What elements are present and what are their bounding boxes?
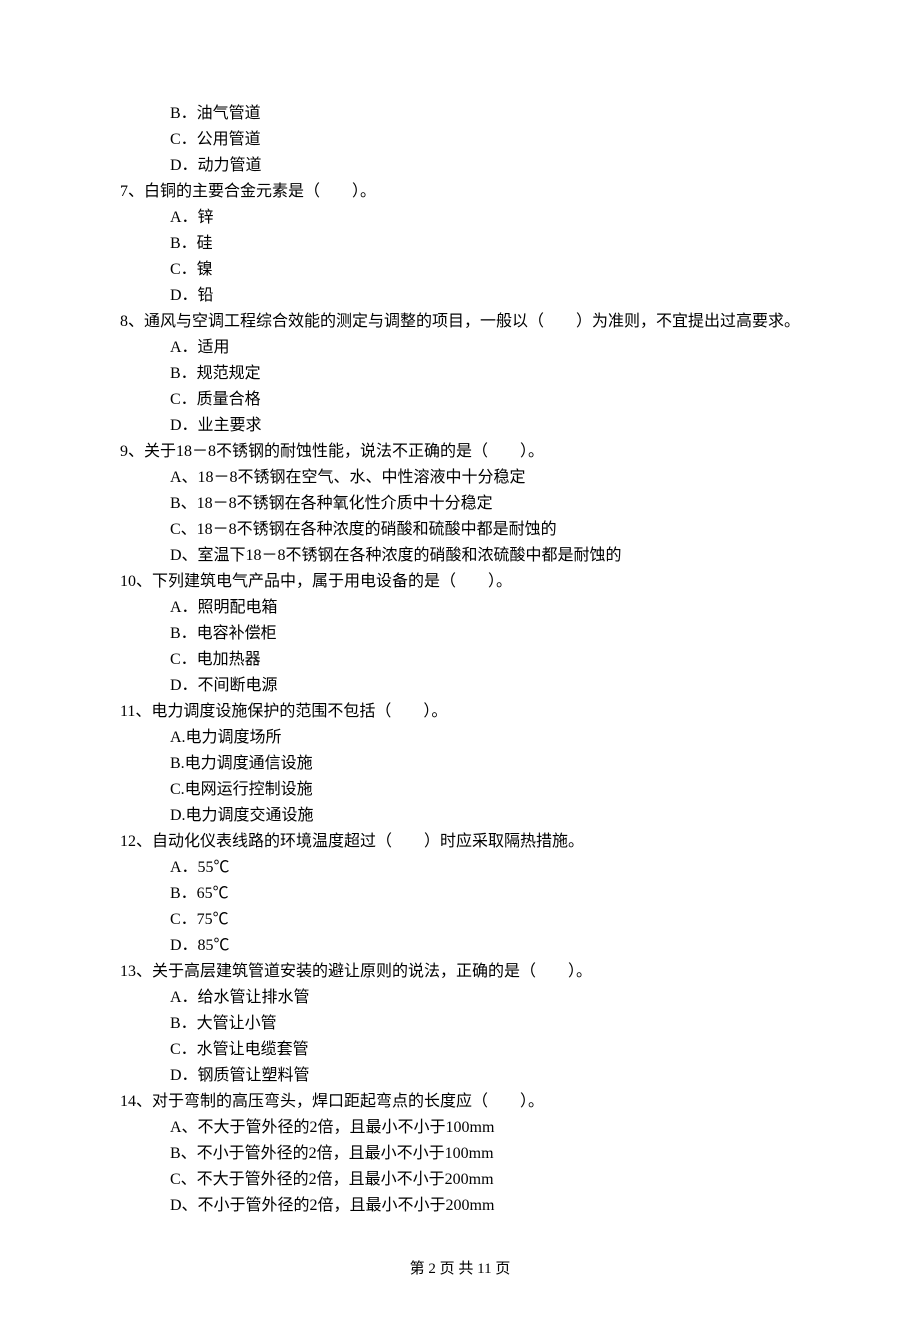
option-a: A．适用 <box>120 336 800 360</box>
option-c: C.电网运行控制设施 <box>120 778 800 802</box>
option-b: B．硅 <box>120 232 800 256</box>
option-c: C、18－8不锈钢在各种浓度的硝酸和硫酸中都是耐蚀的 <box>120 518 800 542</box>
question-block: 13、关于高层建筑管道安装的避让原则的说法，正确的是（ ）。 A．给水管让排水管… <box>120 960 800 1088</box>
document-page: B．油气管道 C．公用管道 D．动力管道 7、白铜的主要合金元素是（ ）。 A．… <box>0 0 920 1321</box>
option-b: B．65℃ <box>120 882 800 906</box>
question-stem: 9、关于18－8不锈钢的耐蚀性能，说法不正确的是（ ）。 <box>120 440 800 464</box>
question-block: 7、白铜的主要合金元素是（ ）。 A．锌 B．硅 C．镍 D．铅 <box>120 180 800 308</box>
question-stem: 13、关于高层建筑管道安装的避让原则的说法，正确的是（ ）。 <box>120 960 800 984</box>
option-a: A、不大于管外径的2倍，且最小不小于100mm <box>120 1116 800 1140</box>
option-d: D.电力调度交通设施 <box>120 804 800 828</box>
option-b: B．电容补偿柜 <box>120 622 800 646</box>
option-continued: D．动力管道 <box>120 154 800 178</box>
option-a: A．给水管让排水管 <box>120 986 800 1010</box>
question-block: 10、下列建筑电气产品中，属于用电设备的是（ ）。 A．照明配电箱 B．电容补偿… <box>120 570 800 698</box>
option-c: C．电加热器 <box>120 648 800 672</box>
question-block: 14、对于弯制的高压弯头，焊口距起弯点的长度应（ ）。 A、不大于管外径的2倍，… <box>120 1090 800 1218</box>
option-continued: C．公用管道 <box>120 128 800 152</box>
option-b: B、18－8不锈钢在各种氧化性介质中十分稳定 <box>120 492 800 516</box>
option-d: D．钢质管让塑料管 <box>120 1064 800 1088</box>
page-footer: 第 2 页 共 11 页 <box>120 1258 800 1281</box>
option-d: D、不小于管外径的2倍，且最小不小于200mm <box>120 1194 800 1218</box>
option-d: D．铅 <box>120 284 800 308</box>
option-b: B．大管让小管 <box>120 1012 800 1036</box>
option-c: C．75℃ <box>120 908 800 932</box>
option-a: A．锌 <box>120 206 800 230</box>
question-block: 11、电力调度设施保护的范围不包括（ ）。 A.电力调度场所 B.电力调度通信设… <box>120 700 800 828</box>
option-b: B．规范规定 <box>120 362 800 386</box>
question-stem: 12、自动化仪表线路的环境温度超过（ ）时应采取隔热措施。 <box>120 830 800 854</box>
option-d: D．不间断电源 <box>120 674 800 698</box>
option-d: D．业主要求 <box>120 414 800 438</box>
option-d: D．85℃ <box>120 934 800 958</box>
question-block: 8、通风与空调工程综合效能的测定与调整的项目，一般以（ ）为准则，不宜提出过高要… <box>120 310 800 438</box>
option-c: C．水管让电缆套管 <box>120 1038 800 1062</box>
option-c: C．质量合格 <box>120 388 800 412</box>
option-c: C．镍 <box>120 258 800 282</box>
option-b: B.电力调度通信设施 <box>120 752 800 776</box>
question-block: 12、自动化仪表线路的环境温度超过（ ）时应采取隔热措施。 A．55℃ B．65… <box>120 830 800 958</box>
option-a: A．55℃ <box>120 856 800 880</box>
option-a: A.电力调度场所 <box>120 726 800 750</box>
option-c: C、不大于管外径的2倍，且最小不小于200mm <box>120 1168 800 1192</box>
question-block: 9、关于18－8不锈钢的耐蚀性能，说法不正确的是（ ）。 A、18－8不锈钢在空… <box>120 440 800 568</box>
question-stem: 11、电力调度设施保护的范围不包括（ ）。 <box>120 700 800 724</box>
question-stem: 14、对于弯制的高压弯头，焊口距起弯点的长度应（ ）。 <box>120 1090 800 1114</box>
question-stem: 8、通风与空调工程综合效能的测定与调整的项目，一般以（ ）为准则，不宜提出过高要… <box>120 310 800 334</box>
question-stem: 7、白铜的主要合金元素是（ ）。 <box>120 180 800 204</box>
option-b: B、不小于管外径的2倍，且最小不小于100mm <box>120 1142 800 1166</box>
option-a: A．照明配电箱 <box>120 596 800 620</box>
option-d: D、室温下18－8不锈钢在各种浓度的硝酸和浓硫酸中都是耐蚀的 <box>120 544 800 568</box>
question-stem: 10、下列建筑电气产品中，属于用电设备的是（ ）。 <box>120 570 800 594</box>
option-continued: B．油气管道 <box>120 102 800 126</box>
option-a: A、18－8不锈钢在空气、水、中性溶液中十分稳定 <box>120 466 800 490</box>
